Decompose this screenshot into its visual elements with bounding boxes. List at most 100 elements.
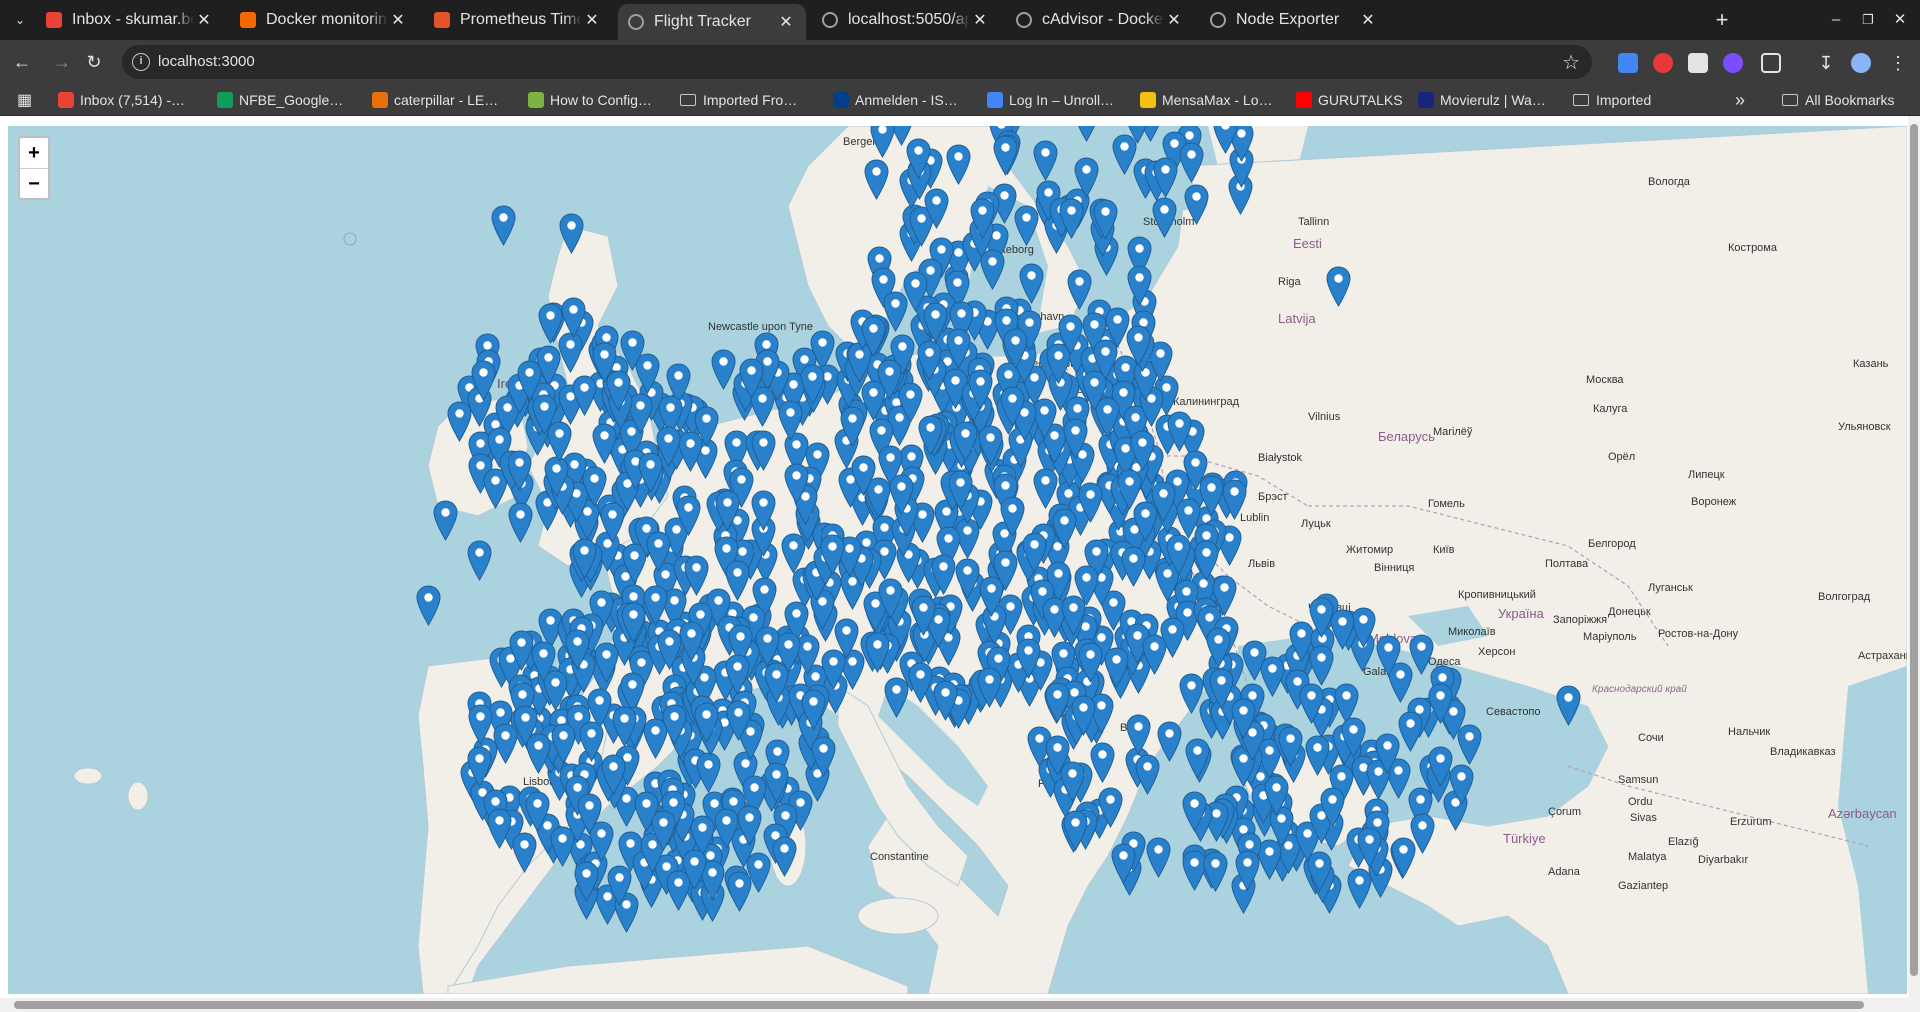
- bookmark-item[interactable]: Log In – Unroll…: [987, 90, 1114, 110]
- flight-marker-pin-icon[interactable]: [1016, 638, 1041, 680]
- flight-marker-pin-icon[interactable]: [778, 400, 803, 442]
- browser-tab[interactable]: cAdvisor - Docker Contai✕: [1006, 4, 1194, 36]
- flight-map[interactable]: BergenStockholmTallinnEestiLatvijaVilniu…: [8, 126, 1907, 994]
- back-button[interactable]: ←: [8, 48, 36, 76]
- zoom-in-button[interactable]: +: [20, 138, 48, 168]
- bookmark-item[interactable]: NFBE_Google…: [217, 90, 343, 110]
- flight-marker-pin-icon[interactable]: [600, 502, 625, 544]
- flight-marker-pin-icon[interactable]: [865, 632, 890, 673]
- bookmark-item[interactable]: Movierulz | Wa…: [1418, 90, 1546, 110]
- flight-marker-pin-icon[interactable]: [1157, 721, 1182, 762]
- flight-marker-pin-icon[interactable]: [565, 629, 590, 670]
- flight-marker-pin-icon[interactable]: [993, 135, 1018, 176]
- flight-marker-pin-icon[interactable]: [1071, 695, 1096, 736]
- vertical-scroll-thumb[interactable]: [1910, 124, 1918, 976]
- flight-marker-pin-icon[interactable]: [924, 188, 949, 230]
- flight-marker-pin-icon[interactable]: [1142, 634, 1167, 676]
- flight-marker-pin-icon[interactable]: [1098, 787, 1123, 828]
- flight-marker-pin-icon[interactable]: [646, 531, 671, 573]
- flight-marker-pin-icon[interactable]: [491, 205, 516, 246]
- flight-marker-pin-icon[interactable]: [1409, 634, 1434, 676]
- apps-grid-icon[interactable]: ▦: [17, 90, 32, 110]
- flight-marker-pin-icon[interactable]: [1111, 843, 1136, 884]
- flight-marker-pin-icon[interactable]: [1126, 714, 1151, 756]
- flight-marker-pin-icon[interactable]: [507, 450, 532, 491]
- flight-marker-pin-icon[interactable]: [487, 807, 512, 849]
- browser-tab[interactable]: Inbox - skumar.bera@gm✕: [36, 4, 224, 36]
- flight-marker-pin-icon[interactable]: [1014, 205, 1039, 246]
- flight-marker-pin-icon[interactable]: [643, 585, 668, 627]
- flight-marker-pin-icon[interactable]: [918, 415, 943, 456]
- flight-marker-pin-icon[interactable]: [1000, 496, 1025, 537]
- flight-marker-pin-icon[interactable]: [1063, 810, 1088, 851]
- flight-marker-pin-icon[interactable]: [679, 621, 704, 662]
- flight-marker-pin-icon[interactable]: [908, 662, 933, 704]
- close-tab-icon[interactable]: ✕: [582, 10, 602, 30]
- shield-extension-icon[interactable]: [1688, 53, 1708, 73]
- close-window-icon[interactable]: ✕: [1888, 8, 1912, 32]
- flight-marker-pin-icon[interactable]: [903, 271, 928, 312]
- flight-marker-pin-icon[interactable]: [1019, 263, 1044, 305]
- bookmark-item[interactable]: Inbox (7,514) -…: [58, 90, 185, 110]
- flight-marker-pin-icon[interactable]: [582, 466, 607, 507]
- flight-marker-pin-icon[interactable]: [1203, 851, 1228, 892]
- flight-marker-pin-icon[interactable]: [772, 836, 797, 878]
- flight-marker-pin-icon[interactable]: [1074, 157, 1099, 199]
- flight-marker-pin-icon[interactable]: [471, 360, 496, 402]
- flight-marker-pin-icon[interactable]: [931, 554, 956, 596]
- flight-marker-pin-icon[interactable]: [977, 667, 1002, 709]
- browser-tab[interactable]: localhost:5050/api/flight✕: [812, 4, 1000, 36]
- flight-marker-pin-icon[interactable]: [1112, 134, 1137, 175]
- minimize-icon[interactable]: –: [1824, 8, 1848, 32]
- flight-marker-pin-icon[interactable]: [1222, 479, 1247, 520]
- flight-marker-pin-icon[interactable]: [508, 502, 533, 543]
- flight-marker-pin-icon[interactable]: [1057, 314, 1083, 355]
- flight-marker-pin-icon[interactable]: [946, 328, 971, 370]
- flight-marker-pin-icon[interactable]: [781, 533, 806, 574]
- download-icon[interactable]: ↧: [1816, 53, 1836, 73]
- zoom-out-button[interactable]: −: [20, 168, 48, 198]
- flight-marker-pin-icon[interactable]: [840, 406, 865, 447]
- bookmark-item[interactable]: Anmelden - IS…: [833, 90, 958, 110]
- flight-marker-pin-icon[interactable]: [726, 700, 751, 742]
- flight-marker-pin-icon[interactable]: [592, 423, 617, 464]
- flight-marker-pin-icon[interactable]: [1127, 265, 1152, 307]
- flight-marker-pin-icon[interactable]: [1059, 198, 1084, 239]
- browser-tab[interactable]: Prometheus Time Series✕: [424, 4, 612, 36]
- flight-marker-pin-icon[interactable]: [416, 585, 441, 626]
- flight-marker-pin-icon[interactable]: [559, 213, 584, 254]
- flight-marker-pin-icon[interactable]: [1375, 733, 1400, 775]
- flight-marker-pin-icon[interactable]: [993, 550, 1018, 591]
- forward-button[interactable]: →: [48, 48, 76, 76]
- adblock-extension-icon[interactable]: [1653, 53, 1673, 73]
- flight-marker-pin-icon[interactable]: [1449, 764, 1474, 805]
- bookmark-star-icon[interactable]: ☆: [1562, 50, 1580, 75]
- flight-marker-pin-icon[interactable]: [764, 662, 789, 703]
- flight-marker-pin-icon[interactable]: [1341, 717, 1366, 758]
- purple-extension-icon[interactable]: [1723, 53, 1743, 73]
- flight-marker-pin-icon[interactable]: [676, 495, 701, 536]
- flight-marker-pin-icon[interactable]: [910, 595, 936, 636]
- all-bookmarks-button[interactable]: All Bookmarks: [1782, 90, 1894, 110]
- flight-marker-pin-icon[interactable]: [917, 340, 942, 381]
- flight-marker-pin-icon[interactable]: [1067, 269, 1092, 310]
- flight-marker-pin-icon[interactable]: [1135, 754, 1160, 796]
- flight-marker-pin-icon[interactable]: [751, 490, 776, 532]
- horizontal-scroll-thumb[interactable]: [14, 1001, 1864, 1009]
- flight-marker-pin-icon[interactable]: [538, 303, 563, 345]
- flight-marker-pin-icon[interactable]: [739, 358, 764, 399]
- flight-marker-pin-icon[interactable]: [1231, 698, 1256, 740]
- flight-marker-pin-icon[interactable]: [1199, 475, 1224, 517]
- flight-marker-pin-icon[interactable]: [1003, 328, 1028, 370]
- close-tab-icon[interactable]: ✕: [1358, 10, 1378, 30]
- flight-marker-pin-icon[interactable]: [1060, 761, 1085, 802]
- flight-marker-pin-icon[interactable]: [433, 500, 458, 541]
- flight-marker-pin-icon[interactable]: [864, 159, 889, 201]
- close-tab-icon[interactable]: ✕: [194, 10, 214, 30]
- profile-avatar[interactable]: [1851, 53, 1871, 73]
- flight-marker-pin-icon[interactable]: [651, 810, 676, 851]
- flight-marker-pin-icon[interactable]: [572, 538, 597, 579]
- close-tab-icon[interactable]: ✕: [970, 10, 990, 30]
- flight-marker-pin-icon[interactable]: [737, 805, 762, 847]
- flight-marker-pin-icon[interactable]: [1000, 386, 1025, 428]
